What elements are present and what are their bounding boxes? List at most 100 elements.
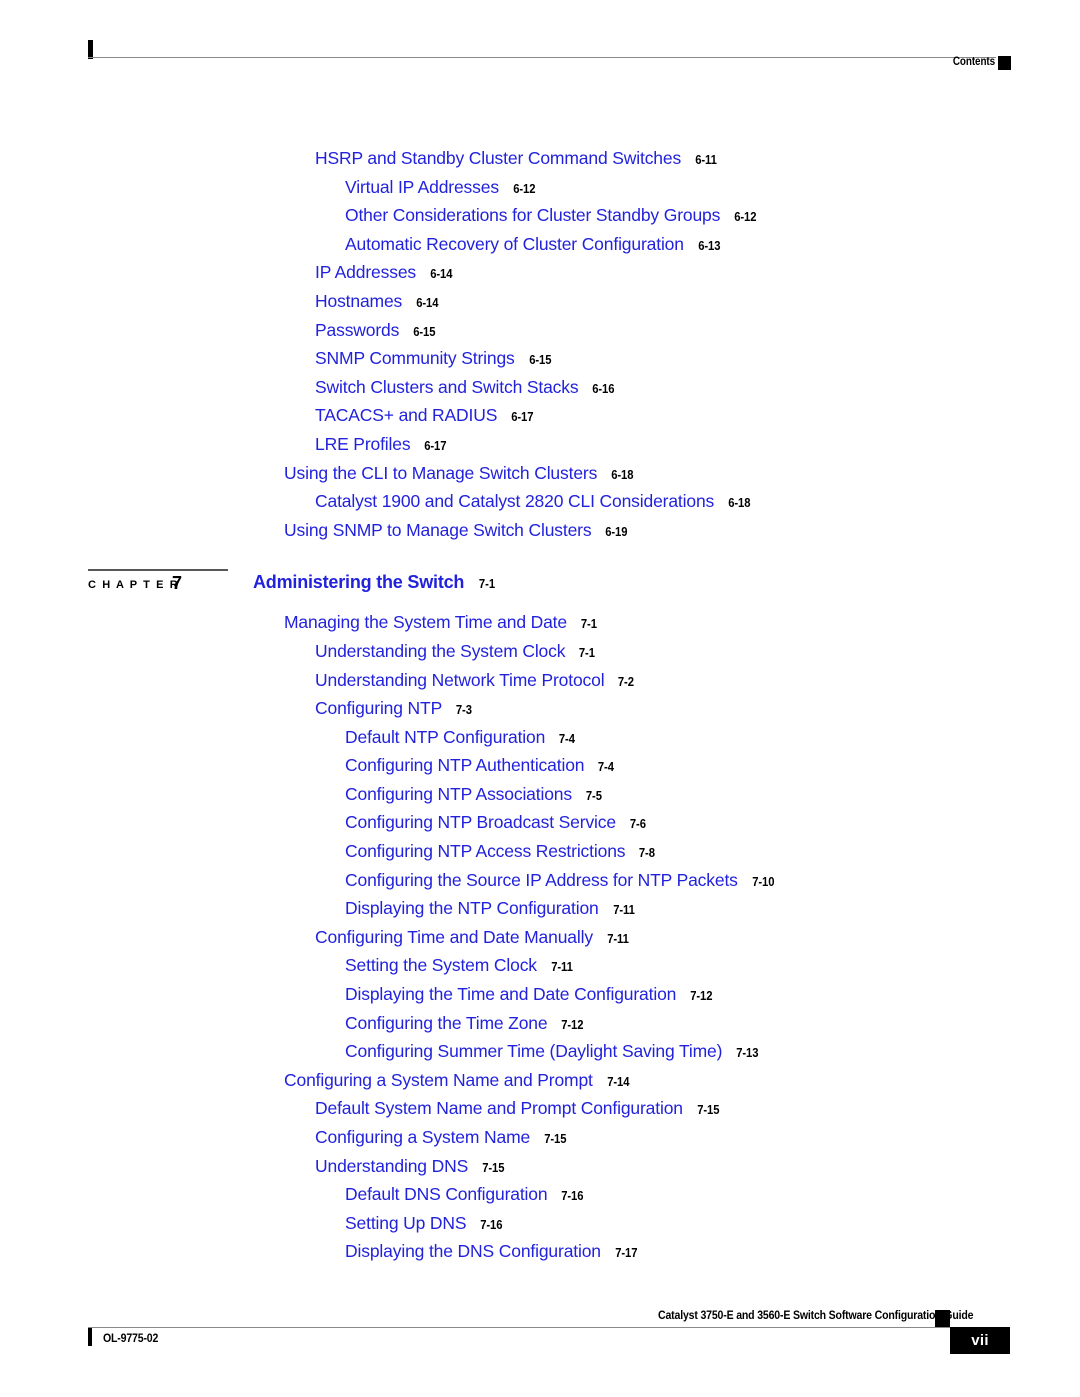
footer-document-id: OL-9775-02 — [103, 1331, 159, 1345]
toc-entry[interactable]: Understanding Network Time Protocol 7-2 — [0, 670, 1080, 699]
toc-entry[interactable]: IP Addresses 6-14 — [0, 262, 1080, 291]
toc-entry[interactable]: Displaying the DNS Configuration 7-17 — [0, 1241, 1080, 1270]
toc-entry[interactable]: Configuring the Source IP Address for NT… — [0, 870, 1080, 899]
toc-entry[interactable]: Using the CLI to Manage Switch Clusters 6… — [0, 463, 1080, 492]
toc-entry[interactable]: Displaying the NTP Configuration 7-11 — [0, 898, 1080, 927]
toc-entry-title[interactable]: Displaying the DNS Configuration — [345, 1241, 601, 1262]
toc-entry[interactable]: Configuring NTP Broadcast Service 7-6 — [0, 812, 1080, 841]
toc-entry-title[interactable]: Passwords — [315, 320, 399, 341]
toc-entry-title[interactable]: Default DNS Configuration — [345, 1184, 548, 1205]
toc-entry[interactable]: Setting the System Clock 7-11 — [0, 955, 1080, 984]
toc-entry[interactable]: Default NTP Configuration 7-4 — [0, 727, 1080, 756]
toc-entry[interactable]: Configuring NTP Authentication 7-4 — [0, 755, 1080, 784]
toc-entry-title[interactable]: Managing the System Time and Date — [284, 612, 567, 633]
toc-entry[interactable]: Virtual IP Addresses 6-12 — [0, 177, 1080, 206]
toc-entry-title[interactable]: Other Considerations for Cluster Standby… — [345, 205, 720, 226]
toc-entry-title[interactable]: Displaying the NTP Configuration — [345, 898, 599, 919]
toc-entry[interactable]: Understanding the System Clock 7-1 — [0, 641, 1080, 670]
toc-entry-page-number: 6-19 — [605, 524, 628, 539]
toc-entry-title[interactable]: Displaying the Time and Date Configurati… — [345, 984, 676, 1005]
toc-entry-title[interactable]: Default System Name and Prompt Configura… — [315, 1098, 683, 1119]
toc-entry[interactable]: Configuring NTP Access Restrictions 7-8 — [0, 841, 1080, 870]
toc-entry-page-number: 7-5 — [585, 788, 602, 803]
toc-entry-title[interactable]: Understanding the System Clock — [315, 641, 566, 662]
toc-entry-title[interactable]: Configuring NTP Broadcast Service — [345, 812, 616, 833]
toc-entry[interactable]: Configuring Time and Date Manually 7-11 — [0, 927, 1080, 956]
toc-entry[interactable]: Configuring Summer Time (Daylight Saving… — [0, 1041, 1080, 1070]
toc-entry-title[interactable]: Understanding DNS — [315, 1156, 468, 1177]
toc-entry-title[interactable]: Configuring Summer Time (Daylight Saving… — [345, 1041, 722, 1062]
toc-entry[interactable]: Understanding DNS 7-15 — [0, 1156, 1080, 1185]
toc-entry-title[interactable]: Configuring the Source IP Address for NT… — [345, 870, 738, 891]
chapter-rule — [88, 569, 228, 571]
toc-entry-title[interactable]: Catalyst 1900 and Catalyst 2820 CLI Cons… — [315, 491, 714, 512]
chapter-label: C H A P T E R — [88, 579, 180, 592]
toc-entry-page-number: 6-12 — [513, 181, 536, 196]
toc-entry[interactable]: SNMP Community Strings 6-15 — [0, 348, 1080, 377]
toc-entry-title[interactable]: Configuring Time and Date Manually — [315, 927, 593, 948]
toc-entry-title[interactable]: TACACS+ and RADIUS — [315, 405, 497, 426]
toc-entry-page-number: 7-11 — [607, 931, 629, 946]
toc-entry-title[interactable]: Configuring a System Name — [315, 1127, 530, 1148]
footer-rule — [88, 1327, 994, 1328]
toc-entry[interactable]: Catalyst 1900 and Catalyst 2820 CLI Cons… — [0, 491, 1080, 520]
toc-entry[interactable]: TACACS+ and RADIUS 6-17 — [0, 405, 1080, 434]
toc-entry-title[interactable]: Understanding Network Time Protocol — [315, 670, 605, 691]
toc-entry-title[interactable]: Switch Clusters and Switch Stacks — [315, 377, 579, 398]
toc-entry-title[interactable]: Default NTP Configuration — [345, 727, 545, 748]
toc-entry[interactable]: Configuring the Time Zone 7-12 — [0, 1013, 1080, 1042]
toc-entry-page-number: 7-15 — [697, 1103, 720, 1118]
toc-entry-page-number: 7-17 — [615, 1246, 638, 1261]
toc-entry[interactable]: Setting Up DNS 7-16 — [0, 1213, 1080, 1242]
toc-entry-title[interactable]: Hostnames — [315, 291, 402, 312]
toc-section-chapter-7: Managing the System Time and Date 7-1 Unde… — [0, 612, 1080, 1270]
toc-entry-title[interactable]: Configuring the Time Zone — [345, 1013, 548, 1034]
toc-entry-title[interactable]: Configuring a System Name and Prompt — [284, 1070, 593, 1091]
toc-entry-title[interactable]: Configuring NTP Authentication — [345, 755, 585, 776]
chapter-title[interactable]: Administering the Switch — [253, 572, 464, 593]
toc-entry-page-number: 7-14 — [607, 1074, 630, 1089]
toc-entry[interactable]: Using SNMP to Manage Switch Clusters 6-19 — [0, 520, 1080, 549]
toc-entry-title[interactable]: Using SNMP to Manage Switch Clusters — [284, 520, 592, 541]
toc-entry-page-number: 6-11 — [695, 153, 717, 167]
toc-entry-page-number: 6-15 — [413, 324, 436, 339]
toc-entry[interactable]: Switch Clusters and Switch Stacks 6-16 — [0, 377, 1080, 406]
toc-entry-page-number: 7-8 — [639, 846, 656, 861]
toc-entry-title[interactable]: Configuring NTP Access Restrictions — [345, 841, 626, 862]
toc-entry-page-number: 6-16 — [592, 381, 615, 396]
header-rule — [88, 57, 996, 58]
toc-section-chapter-6: HSRP and Standby Cluster Command Switche… — [0, 148, 1080, 548]
toc-entry[interactable]: Default System Name and Prompt Configura… — [0, 1098, 1080, 1127]
toc-entry[interactable]: Default DNS Configuration 7-16 — [0, 1184, 1080, 1213]
chapter-page-number: 7-1 — [479, 577, 496, 592]
toc-entry[interactable]: LRE Profiles 6-17 — [0, 434, 1080, 463]
toc-entry-title[interactable]: Automatic Recovery of Cluster Configurat… — [345, 234, 684, 255]
toc-entry-title[interactable]: LRE Profiles — [315, 434, 411, 455]
toc-entry[interactable]: Configuring a System Name 7-15 — [0, 1127, 1080, 1156]
toc-entry-title[interactable]: Virtual IP Addresses — [345, 177, 499, 198]
toc-entry-title[interactable]: Configuring NTP Associations — [345, 784, 572, 805]
toc-entry-page-number: 7-15 — [544, 1132, 567, 1146]
toc-entry[interactable]: Other Considerations for Cluster Standby… — [0, 205, 1080, 234]
toc-entry-page-number: 6-14 — [416, 295, 439, 310]
toc-entry-page-number: 7-13 — [736, 1046, 759, 1061]
toc-entry[interactable]: Managing the System Time and Date 7-1 — [0, 612, 1080, 641]
toc-entry-title[interactable]: SNMP Community Strings — [315, 348, 515, 369]
toc-entry[interactable]: Automatic Recovery of Cluster Configurat… — [0, 234, 1080, 263]
toc-entry[interactable]: HSRP and Standby Cluster Command Switche… — [0, 148, 1080, 177]
toc-entry-page-number: 7-1 — [579, 645, 596, 660]
toc-entry-title[interactable]: HSRP and Standby Cluster Command Switche… — [315, 148, 681, 169]
toc-entry[interactable]: Configuring NTP 7-3 — [0, 698, 1080, 727]
toc-entry-title[interactable]: Setting Up DNS — [345, 1213, 467, 1234]
toc-entry[interactable]: Configuring NTP Associations 7-5 — [0, 784, 1080, 813]
toc-entry-title[interactable]: IP Addresses — [315, 262, 416, 283]
toc-entry-title[interactable]: Configuring NTP — [315, 698, 442, 719]
toc-entry[interactable]: Displaying the Time and Date Configurati… — [0, 984, 1080, 1013]
toc-entry[interactable]: Passwords 6-15 — [0, 320, 1080, 349]
chapter-title-entry[interactable]: Administering the Switch 7-1 — [253, 572, 496, 593]
toc-entry-page-number: 6-15 — [528, 353, 552, 368]
toc-entry-title[interactable]: Setting the System Clock — [345, 955, 537, 976]
toc-entry-title[interactable]: Using the CLI to Manage Switch Clusters — [284, 463, 597, 484]
toc-entry[interactable]: Configuring a System Name and Prompt 7-14 — [0, 1070, 1080, 1099]
toc-entry[interactable]: Hostnames 6-14 — [0, 291, 1080, 320]
